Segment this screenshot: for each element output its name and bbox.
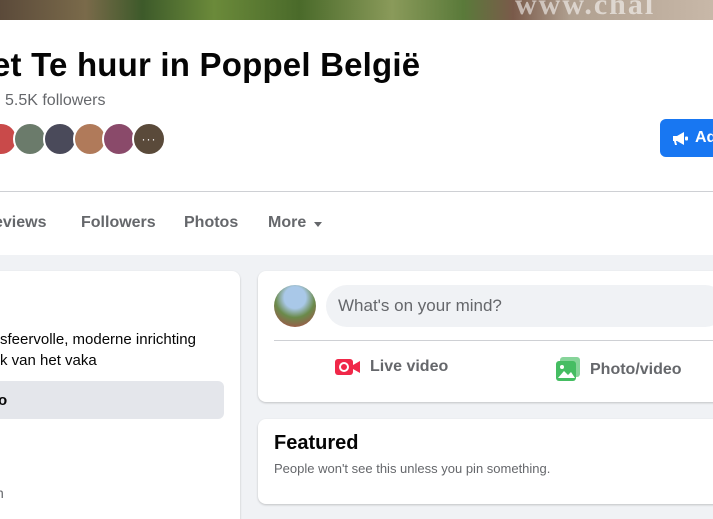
post-input[interactable]: What's on your mind? bbox=[326, 285, 713, 327]
intro-detail: n bbox=[0, 485, 4, 501]
avatar[interactable] bbox=[102, 122, 136, 156]
followers-count[interactable]: 5.5K followers bbox=[5, 92, 106, 110]
more-dots-icon: ··· bbox=[141, 132, 157, 146]
page-header: et Te huur in Poppel België 5.5K followe… bbox=[0, 20, 713, 255]
post-composer: What's on your mind? Live video Photo/vi… bbox=[258, 271, 713, 402]
avatar[interactable] bbox=[13, 122, 47, 156]
avatar[interactable] bbox=[43, 122, 77, 156]
photo-video-icon bbox=[556, 357, 580, 381]
intro-card: sfeervolle, moderne inrichting k van het… bbox=[0, 271, 240, 519]
page-tabs: eviews Followers Photos More bbox=[0, 192, 713, 255]
featured-section: Featured People won't see this unless yo… bbox=[258, 419, 713, 504]
tab-more-label: More bbox=[268, 214, 307, 231]
caret-down-icon bbox=[314, 221, 323, 227]
advertise-button-label: Ad bbox=[695, 129, 713, 146]
photo-video-button[interactable]: Photo/video bbox=[556, 357, 682, 382]
page-title: et Te huur in Poppel België bbox=[0, 46, 421, 83]
intro-text: sfeervolle, moderne inrichting k van het… bbox=[0, 329, 230, 371]
cover-watermark: www.chal bbox=[515, 0, 656, 20]
featured-subtitle: People won't see this unless you pin som… bbox=[274, 461, 551, 476]
avatar[interactable] bbox=[274, 285, 316, 327]
tab-photos[interactable]: Photos bbox=[184, 214, 238, 232]
intro-line: sfeervolle, moderne inrichting bbox=[0, 331, 196, 348]
tab-reviews[interactable]: eviews bbox=[0, 214, 46, 232]
photo-video-label: Photo/video bbox=[590, 360, 682, 378]
megaphone-icon bbox=[673, 131, 688, 145]
tab-followers[interactable]: Followers bbox=[81, 214, 156, 232]
intro-action-button[interactable]: o bbox=[0, 381, 224, 419]
advertise-button[interactable]: Ad bbox=[660, 119, 713, 157]
avatar-more[interactable]: ··· bbox=[132, 122, 166, 156]
tab-more[interactable]: More bbox=[268, 214, 323, 232]
live-video-icon bbox=[335, 359, 360, 375]
composer-divider bbox=[274, 340, 713, 341]
live-video-label: Live video bbox=[370, 358, 449, 375]
live-video-button[interactable]: Live video bbox=[335, 357, 448, 377]
cover-photo[interactable]: www.chal bbox=[0, 0, 713, 20]
featured-title: Featured bbox=[274, 432, 359, 454]
intro-line: k van het vaka bbox=[0, 352, 97, 369]
